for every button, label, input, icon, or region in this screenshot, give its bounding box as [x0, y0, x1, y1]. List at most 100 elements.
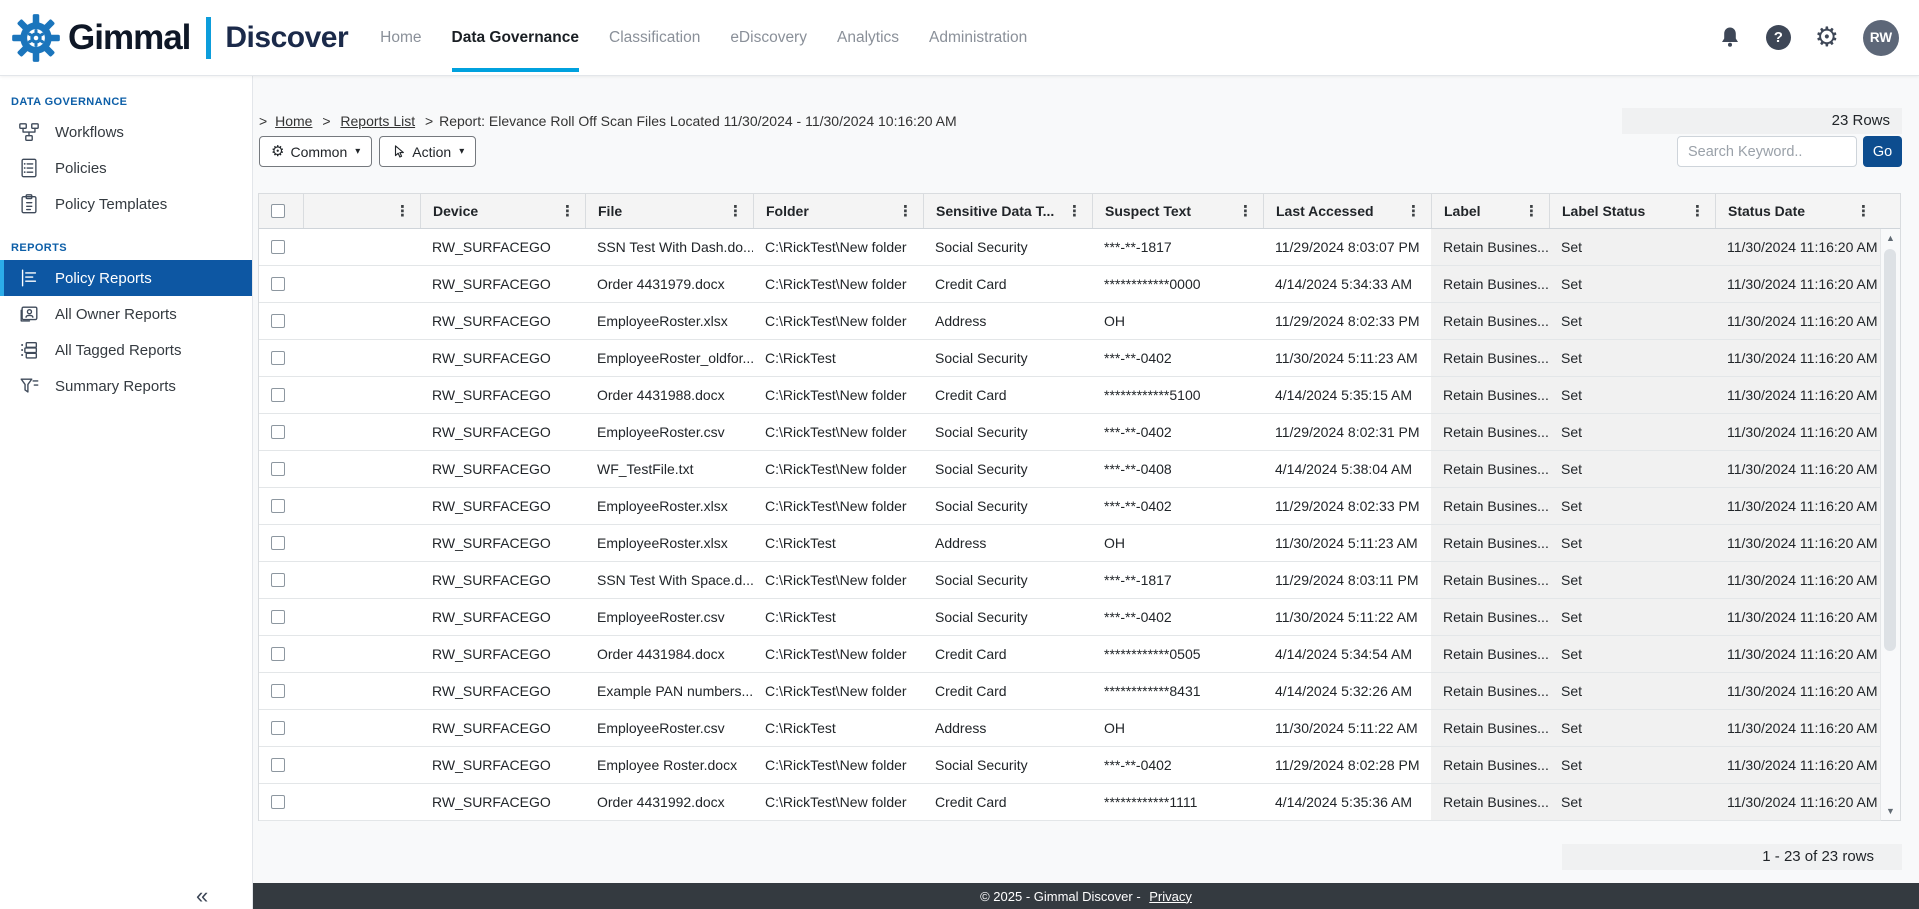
breadcrumb-reports-list-link[interactable]: Reports List: [340, 113, 415, 129]
table-row[interactable]: RW_SURFACEGO EmployeeRoster.xlsx C:\Rick…: [259, 303, 1881, 340]
row-checkbox[interactable]: [271, 721, 285, 735]
common-menu-button[interactable]: ⚙ Common ▾: [259, 136, 372, 167]
row-checkbox[interactable]: [271, 536, 285, 550]
settings-gear-icon[interactable]: ⚙: [1815, 24, 1839, 51]
column-header-folder[interactable]: Folder⋮: [753, 194, 923, 228]
column-menu-icon[interactable]: ⋮: [1234, 202, 1257, 220]
sidebar-item-summary-reports[interactable]: Summary Reports: [0, 368, 252, 404]
row-blank-cell: [303, 414, 420, 450]
column-menu-icon[interactable]: ⋮: [391, 202, 414, 220]
select-all-checkbox[interactable]: [271, 204, 285, 218]
row-checkbox[interactable]: [271, 499, 285, 513]
table-row[interactable]: RW_SURFACEGO EmployeeRoster.csv C:\RickT…: [259, 414, 1881, 451]
column-header-label-status[interactable]: Label Status⋮: [1549, 194, 1715, 228]
table-row[interactable]: RW_SURFACEGO EmployeeRoster.csv C:\RickT…: [259, 599, 1881, 636]
row-select-cell: [259, 710, 303, 746]
suspect-text-cell: ***-**-0402: [1092, 488, 1263, 524]
nav-classification[interactable]: Classification: [609, 0, 700, 75]
nav-home[interactable]: Home: [380, 0, 421, 75]
column-menu-icon[interactable]: ⋮: [1520, 202, 1543, 220]
sidebar-item-label: Policy Templates: [55, 196, 167, 213]
table-row[interactable]: RW_SURFACEGO Order 4431992.docx C:\RickT…: [259, 784, 1881, 821]
privacy-link[interactable]: Privacy: [1149, 889, 1192, 904]
nav-ediscovery[interactable]: eDiscovery: [730, 0, 807, 75]
row-checkbox[interactable]: [271, 573, 285, 587]
sidebar-item-policies[interactable]: Policies: [0, 150, 252, 186]
brand-logo[interactable]: Gimmal Discover: [10, 12, 348, 64]
column-header-label[interactable]: Label⋮: [1431, 194, 1549, 228]
nav-analytics[interactable]: Analytics: [837, 0, 899, 75]
folder-cell: C:\RickTest\New folder: [753, 266, 923, 302]
row-checkbox[interactable]: [271, 388, 285, 402]
row-checkbox[interactable]: [271, 314, 285, 328]
row-checkbox[interactable]: [271, 684, 285, 698]
sidebar-item-policy-templates[interactable]: Policy Templates: [0, 186, 252, 222]
row-checkbox[interactable]: [271, 277, 285, 291]
folder-cell: C:\RickTest: [753, 525, 923, 561]
column-menu-icon[interactable]: ⋮: [1402, 202, 1425, 220]
column-menu-icon[interactable]: ⋮: [1063, 202, 1086, 220]
table-row[interactable]: RW_SURFACEGO Order 4431979.docx C:\RickT…: [259, 266, 1881, 303]
row-checkbox[interactable]: [271, 795, 285, 809]
breadcrumb-home-link[interactable]: Home: [275, 113, 312, 129]
vertical-scrollbar[interactable]: ▲ ▼: [1880, 229, 1900, 820]
search-input[interactable]: [1677, 136, 1857, 167]
user-avatar[interactable]: RW: [1863, 20, 1899, 56]
table-row[interactable]: RW_SURFACEGO Employee Roster.docx C:\Ric…: [259, 747, 1881, 784]
nav-administration[interactable]: Administration: [929, 0, 1027, 75]
device-cell: RW_SURFACEGO: [420, 710, 585, 746]
scroll-down-icon[interactable]: ▼: [1881, 806, 1900, 816]
column-menu-icon[interactable]: ⋮: [724, 202, 747, 220]
column-header-sensitive-data-type[interactable]: Sensitive Data T...⋮: [923, 194, 1092, 228]
label-cell: Retain Busines...: [1431, 710, 1549, 746]
label-cell: Retain Busines...: [1431, 599, 1549, 635]
column-header-device[interactable]: Device⋮: [420, 194, 585, 228]
table-row[interactable]: RW_SURFACEGO SSN Test With Space.d... C:…: [259, 562, 1881, 599]
breadcrumb-current: Report: Elevance Roll Off Scan Files Loc…: [439, 113, 957, 129]
scrollbar-thumb[interactable]: [1884, 249, 1896, 651]
column-menu-icon[interactable]: ⋮: [894, 202, 917, 220]
table-row[interactable]: RW_SURFACEGO Example PAN numbers... C:\R…: [259, 673, 1881, 710]
table-row[interactable]: RW_SURFACEGO EmployeeRoster_oldfor... C:…: [259, 340, 1881, 377]
column-menu-icon[interactable]: ⋮: [556, 202, 579, 220]
column-header-last-accessed[interactable]: Last Accessed⋮: [1263, 194, 1431, 228]
sidebar-item-all-tagged-reports[interactable]: All Tagged Reports: [0, 332, 252, 368]
row-checkbox[interactable]: [271, 610, 285, 624]
column-header-blank[interactable]: ⋮: [303, 194, 420, 228]
column-header-file[interactable]: File⋮: [585, 194, 753, 228]
column-menu-icon[interactable]: ⋮: [1852, 202, 1875, 220]
table-row[interactable]: RW_SURFACEGO Order 4431984.docx C:\RickT…: [259, 636, 1881, 673]
column-menu-icon[interactable]: ⋮: [1686, 202, 1709, 220]
sensitive-data-type-cell: Social Security: [923, 599, 1092, 635]
table-row[interactable]: RW_SURFACEGO EmployeeRoster.xlsx C:\Rick…: [259, 525, 1881, 562]
sidebar-collapse-icon[interactable]: «: [196, 883, 208, 909]
sidebar-item-policy-reports[interactable]: Policy Reports: [0, 260, 252, 296]
file-cell: WF_TestFile.txt: [585, 451, 753, 487]
table-body: RW_SURFACEGO SSN Test With Dash.do... C:…: [259, 229, 1881, 821]
table-row[interactable]: RW_SURFACEGO EmployeeRoster.csv C:\RickT…: [259, 710, 1881, 747]
notifications-bell-icon[interactable]: [1718, 25, 1742, 51]
action-menu-button[interactable]: Action ▾: [379, 136, 476, 167]
sidebar-item-all-owner-reports[interactable]: All Owner Reports: [0, 296, 252, 332]
help-icon[interactable]: ?: [1766, 25, 1791, 50]
table-row[interactable]: RW_SURFACEGO Order 4431988.docx C:\RickT…: [259, 377, 1881, 414]
suspect-text-cell: ***-**-0408: [1092, 451, 1263, 487]
table-row[interactable]: RW_SURFACEGO SSN Test With Dash.do... C:…: [259, 229, 1881, 266]
column-header-select-all[interactable]: [259, 194, 303, 228]
last-accessed-cell: 11/29/2024 8:02:31 PM: [1263, 414, 1431, 450]
row-checkbox[interactable]: [271, 425, 285, 439]
label-status-cell: Set: [1549, 377, 1715, 413]
table-row[interactable]: RW_SURFACEGO EmployeeRoster.xlsx C:\Rick…: [259, 488, 1881, 525]
table-row[interactable]: RW_SURFACEGO WF_TestFile.txt C:\RickTest…: [259, 451, 1881, 488]
row-checkbox[interactable]: [271, 758, 285, 772]
scroll-up-icon[interactable]: ▲: [1881, 233, 1900, 243]
row-checkbox[interactable]: [271, 240, 285, 254]
column-header-status-date[interactable]: Status Date⋮: [1715, 194, 1881, 228]
nav-data-governance[interactable]: Data Governance: [452, 0, 580, 75]
go-button[interactable]: Go: [1863, 136, 1902, 167]
row-checkbox[interactable]: [271, 647, 285, 661]
row-checkbox[interactable]: [271, 462, 285, 476]
column-header-suspect-text[interactable]: Suspect Text⋮: [1092, 194, 1263, 228]
sidebar-item-workflows[interactable]: Workflows: [0, 114, 252, 150]
row-checkbox[interactable]: [271, 351, 285, 365]
